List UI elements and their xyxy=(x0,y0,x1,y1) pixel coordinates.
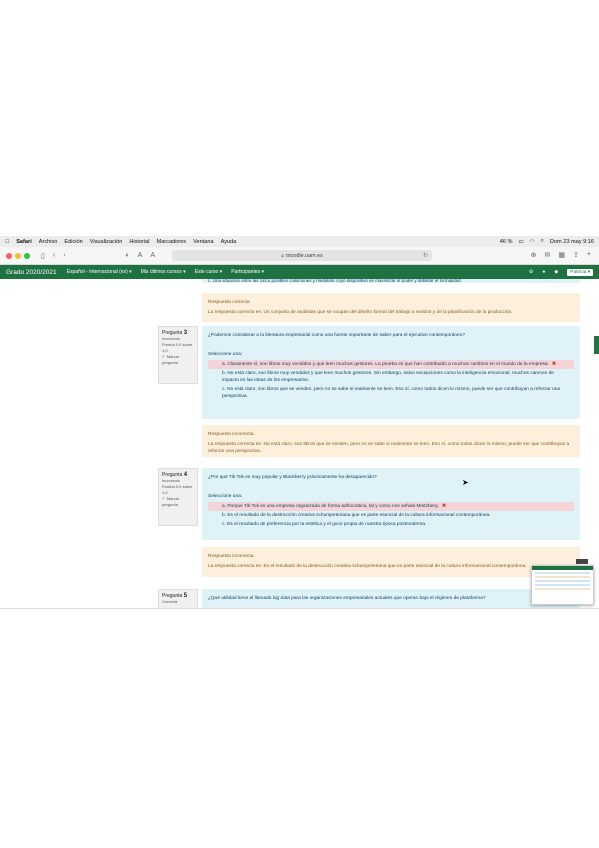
question-score: Puntúa 0,0 sobre 1,0 xyxy=(162,484,193,495)
battery-icon[interactable]: ▭ xyxy=(519,239,524,245)
wifi-icon[interactable]: ◠ xyxy=(530,239,535,245)
menu-safari[interactable]: Safari xyxy=(16,239,32,245)
feedback-text: La respuesta correcta es: No está claro,… xyxy=(208,442,570,454)
mail-icon[interactable]: ✉ xyxy=(545,251,551,259)
question-score: Puntúa 0,0 sobre 1,0 xyxy=(162,342,193,353)
select-label: Seleccione una: xyxy=(208,494,243,499)
recent-courses-menu[interactable]: Mis últimos cursos ▾ xyxy=(141,269,186,275)
question-4-box: ¿Por qué Tik Tok es muy popular y Blackb… xyxy=(202,468,580,540)
question-5-box: ¿Qué utilidad tiene el llamado big data … xyxy=(202,589,580,608)
question-3-box: ¿Podemos considerar a la literatura empr… xyxy=(202,326,580,419)
apple-icon[interactable]:  xyxy=(5,239,9,245)
screenshot-thumbnail[interactable] xyxy=(531,565,594,605)
back-icon[interactable]: ‹ xyxy=(53,252,55,259)
participants-menu[interactable]: Participantes ▾ xyxy=(231,269,264,275)
address-bar[interactable]: 🔒︎ moodle.uam.es ↻ xyxy=(172,250,432,261)
flag-icon: ⚐ xyxy=(162,354,166,359)
menu-edicion[interactable]: Edición xyxy=(64,239,82,245)
thumbnail-close-bar[interactable] xyxy=(576,559,588,564)
menu-ayuda[interactable]: Ayuda xyxy=(221,239,237,245)
question-number: 4 xyxy=(183,472,188,478)
flag-question[interactable]: ⚐ Marcar pregunta xyxy=(162,354,194,366)
notifications-icon[interactable]: ● xyxy=(542,269,545,275)
lock-icon: 🔒︎ xyxy=(281,252,284,259)
flag-question[interactable]: ⚐ Marcar pregunta xyxy=(162,496,194,508)
question-number: 3 xyxy=(183,330,188,336)
menu-ventana[interactable]: Ventana xyxy=(193,239,214,245)
minimize-window-icon[interactable] xyxy=(15,252,21,259)
menu-archivo[interactable]: Archivo xyxy=(39,239,58,245)
privacy-icon[interactable]: ◐ xyxy=(126,252,130,259)
option-a[interactable]: a. Porque Tik Tok es una empresa organiz… xyxy=(208,502,574,511)
drawer-toggle[interactable] xyxy=(594,336,599,354)
font-larger-button[interactable]: A xyxy=(150,252,155,259)
incorrect-icon: ✖ xyxy=(441,504,446,509)
zoom-window-icon[interactable] xyxy=(24,252,30,259)
question-state: Correcta xyxy=(162,599,178,604)
feedback-q4: Respuesta incorrecta. La respuesta corre… xyxy=(202,547,580,577)
menu-visualizacion[interactable]: Visualización xyxy=(90,239,123,245)
feedback-title: Respuesta correcta xyxy=(208,300,250,305)
question-4-info: Pregunta 4 Incorrecta Puntúa 0,0 sobre 1… xyxy=(158,468,198,526)
language-menu[interactable]: Español - Internacional (es) ▾ xyxy=(67,269,132,275)
download-icon[interactable]: ⊕ xyxy=(531,251,537,259)
mouse-cursor-icon: ➤ xyxy=(462,478,469,487)
feedback-text: La respuesta correcta es: Un conjunto de… xyxy=(208,310,513,315)
datetime[interactable]: Dom 23 may 9:16 xyxy=(550,239,594,245)
feedback-title: Respuesta incorrecta. xyxy=(208,554,255,559)
feedback-q2: Respuesta correcta La respuesta correcta… xyxy=(202,293,580,322)
feedback-q3: Respuesta incorrecta. La respuesta corre… xyxy=(202,425,580,457)
select-label: Seleccione una: xyxy=(208,352,243,357)
font-smaller-button[interactable]: A xyxy=(138,252,143,259)
page-content: c. Una situación entre las cinco posible… xyxy=(0,279,599,608)
option-c[interactable]: c. Es el resultado de preferencia por la… xyxy=(208,520,574,529)
macos-menubar:  Safari Archivo Edición Visualización H… xyxy=(0,236,599,247)
share-icon[interactable]: ⇪ xyxy=(573,251,579,259)
question-number: 5 xyxy=(183,593,188,599)
search-icon[interactable]: ⌕ xyxy=(541,238,544,245)
question-text: ¿Podemos considerar a la literatura empr… xyxy=(208,333,466,338)
messages-icon[interactable]: ◆ xyxy=(554,269,558,275)
question-5-info: Pregunta 5 Correcta xyxy=(158,589,198,608)
this-course-menu[interactable]: Este curso ▾ xyxy=(195,269,223,275)
option-b[interactable]: b. No está claro, son libros muy vendido… xyxy=(208,369,574,385)
moodle-navbar: Grado 2020/2021 Español - Internacional … xyxy=(0,265,599,279)
flag-icon: ⚐ xyxy=(162,496,166,501)
question-3-info: Pregunta 3 Incorrecta Puntúa 0,0 sobre 1… xyxy=(158,326,198,384)
safari-toolbar: ▯ ‹ › ◐ A A 🔒︎ moodle.uam.es ↻ ⊕ ✉ ▦ ⇪ + xyxy=(0,247,599,265)
forward-icon[interactable]: › xyxy=(63,252,65,259)
incorrect-icon: ✖ xyxy=(551,362,556,367)
question-text: ¿Qué utilidad tiene el llamado big data … xyxy=(208,596,486,601)
option-b[interactable]: b. Es el resultado de la destrucción cre… xyxy=(208,511,574,520)
settings-icon[interactable]: ⚙ xyxy=(529,269,533,275)
user-menu[interactable]: Patricia ▾ xyxy=(567,268,593,276)
question-text: ¿Por qué Tik Tok es muy popular y Blackb… xyxy=(208,475,377,480)
battery-percent: 46 % xyxy=(499,238,513,245)
option-a[interactable]: a. Claramente sí, son libros muy vendido… xyxy=(208,360,574,369)
new-tab-icon[interactable]: + xyxy=(587,251,591,259)
url-text: moodle.uam.es xyxy=(285,252,323,259)
close-window-icon[interactable] xyxy=(6,252,12,259)
site-brand[interactable]: Grado 2020/2021 xyxy=(6,269,57,276)
sidebar-icon[interactable]: ▯ xyxy=(41,252,45,260)
menu-marcadores[interactable]: Marcadores xyxy=(157,239,187,245)
reload-icon[interactable]: ↻ xyxy=(423,252,428,259)
option-c[interactable]: c. No está claro, son libros que se vend… xyxy=(208,385,574,401)
previous-option-fragment: c. Una situación entre las cinco posible… xyxy=(202,279,580,283)
feedback-title: Respuesta incorrecta. xyxy=(208,432,255,437)
menu-historial[interactable]: Historial xyxy=(129,239,149,245)
screen:  Safari Archivo Edición Visualización H… xyxy=(0,236,599,609)
feedback-text: La respuesta correcta es: Es el resultad… xyxy=(208,564,527,569)
grid-icon[interactable]: ▦ xyxy=(558,251,565,259)
